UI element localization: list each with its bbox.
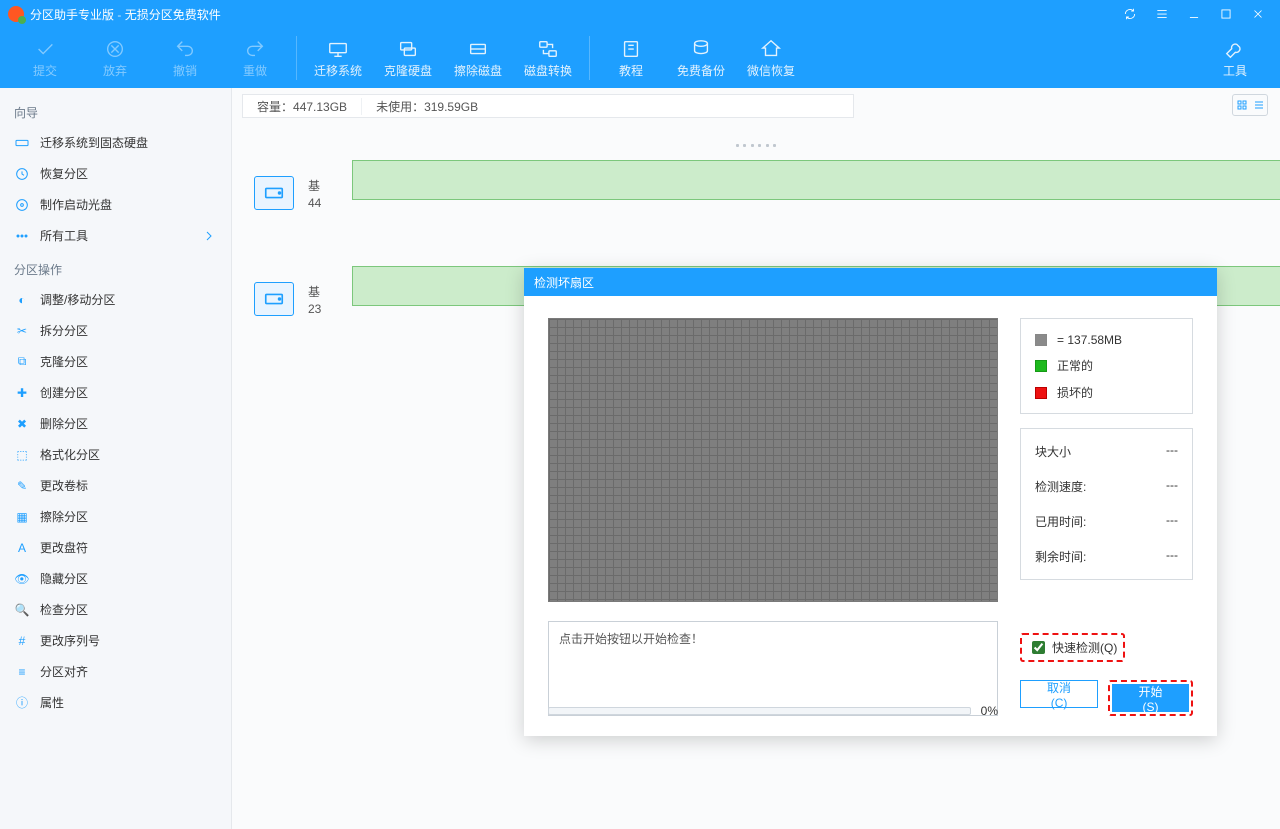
refresh-icon[interactable] — [1116, 4, 1144, 24]
disk-icon — [254, 176, 294, 210]
dialog-titlebar: 检测坏扇区 — [524, 268, 1217, 296]
redo-button: 重做 — [220, 28, 290, 88]
op-icon: ✂ — [14, 323, 30, 339]
progress-value: 0% — [981, 704, 998, 718]
maximize-icon[interactable] — [1212, 4, 1240, 24]
sidebar-op-item[interactable]: A更改盘符 — [0, 532, 231, 563]
op-icon: ≡ — [14, 664, 30, 680]
migrate-system-button[interactable]: 迁移系统 — [303, 28, 373, 88]
legend-normal: 正常的 — [1057, 357, 1093, 374]
sidebar-item-boot-cd[interactable]: 制作启动光盘 — [0, 189, 231, 220]
app-logo-icon — [8, 6, 24, 22]
view-toggle[interactable] — [1232, 94, 1268, 116]
op-icon: ✚ — [14, 385, 30, 401]
bad-sector-dialog: 检测坏扇区 = 137.58MB 正常的 损坏的 块大小--- 检测速度:---… — [524, 268, 1217, 736]
sidebar-op-item[interactable]: ✖删除分区 — [0, 408, 231, 439]
sidebar-op-item[interactable]: ⧉克隆分区 — [0, 346, 231, 377]
app-logo: 分区助手专业版 - 无损分区免费软件 — [8, 6, 221, 23]
splitter-grip[interactable] — [736, 144, 776, 149]
op-icon: # — [14, 633, 30, 649]
sidebar-op-item[interactable]: ≡分区对齐 — [0, 656, 231, 687]
op-icon: A — [14, 540, 30, 556]
clone-disk-button[interactable]: 克隆硬盘 — [373, 28, 443, 88]
op-icon: ✎ — [14, 478, 30, 494]
cd-icon — [14, 197, 30, 213]
start-button[interactable]: 开始(S) — [1112, 684, 1189, 712]
ssd-icon — [14, 135, 30, 151]
recover-icon — [14, 166, 30, 182]
legend-damaged: 损坏的 — [1057, 384, 1093, 401]
menu-icon[interactable] — [1148, 4, 1176, 24]
progress-row: 0% — [548, 704, 998, 718]
sidebar-item-migrate-ssd[interactable]: 迁移系统到固态硬盘 — [0, 127, 231, 158]
main-area: 容量：447.13GB 未使用：319.59GB 基44 基23 检测坏扇区 — [232, 88, 1280, 829]
disk-info-strip: 容量：447.13GB 未使用：319.59GB — [242, 94, 854, 118]
minimize-icon[interactable] — [1180, 4, 1208, 24]
disk-row-1[interactable]: 基44 — [254, 168, 1254, 218]
wechat-recover-button[interactable]: 微信恢复 — [736, 28, 806, 88]
sidebar-op-item[interactable]: ✚创建分区 — [0, 377, 231, 408]
tools-button[interactable]: 工具 — [1200, 28, 1270, 88]
sidebar-op-item[interactable]: ⓘ属性 — [0, 687, 231, 718]
sidebar-op-item[interactable]: ▦擦除分区 — [0, 501, 231, 532]
undo-button: 撤销 — [150, 28, 220, 88]
sidebar-op-item[interactable]: ✂拆分分区 — [0, 315, 231, 346]
start-button-highlight: 开始(S) — [1108, 680, 1193, 716]
main-toolbar: 提交 放弃 撤销 重做 迁移系统 克隆硬盘 擦除磁盘 磁盘转换 教程 免费备份 … — [0, 28, 1280, 88]
sidebar: 向导 迁移系统到固态硬盘 恢复分区 制作启动光盘 所有工具 分区操作 ◐调整/移… — [0, 88, 232, 829]
op-icon: ✖ — [14, 416, 30, 432]
sector-grid — [548, 318, 998, 602]
sidebar-op-item[interactable]: ⬚格式化分区 — [0, 439, 231, 470]
sidebar-op-item[interactable]: #更改序列号 — [0, 625, 231, 656]
sidebar-section-wizard: 向导 — [0, 94, 231, 127]
view-list-icon[interactable] — [1250, 95, 1267, 115]
commit-button: 提交 — [10, 28, 80, 88]
legend-blocksize: = 137.58MB — [1057, 333, 1122, 347]
op-icon: 🔍 — [14, 602, 30, 618]
op-icon: 👁 — [14, 571, 30, 587]
quick-check-checkbox[interactable]: 快速检测(Q) — [1028, 638, 1117, 657]
op-icon: ⬚ — [14, 447, 30, 463]
sidebar-op-item[interactable]: ✎更改卷标 — [0, 470, 231, 501]
cancel-button[interactable]: 取消(C) — [1020, 680, 1098, 708]
sidebar-op-item[interactable]: ◐调整/移动分区 — [0, 284, 231, 315]
legend-box: = 137.58MB 正常的 损坏的 — [1020, 318, 1193, 414]
disk-convert-button[interactable]: 磁盘转换 — [513, 28, 583, 88]
dots-icon — [14, 228, 30, 244]
stats-box: 块大小--- 检测速度:--- 已用时间:--- 剩余时间:--- — [1020, 428, 1193, 580]
sidebar-op-item[interactable]: 🔍检查分区 — [0, 594, 231, 625]
op-icon: ◐ — [14, 292, 30, 308]
sidebar-op-item[interactable]: 👁隐藏分区 — [0, 563, 231, 594]
chevron-right-icon — [201, 228, 217, 244]
op-icon: ⓘ — [14, 695, 30, 711]
window-titlebar: 分区助手专业版 - 无损分区免费软件 — [0, 0, 1280, 28]
log-box: 点击开始按钮以开始检查！ — [548, 621, 998, 716]
dialog-title: 检测坏扇区 — [534, 274, 594, 291]
disk-icon — [254, 282, 294, 316]
sidebar-section-ops: 分区操作 — [0, 251, 231, 284]
quick-check-highlight: 快速检测(Q) — [1020, 633, 1125, 662]
tutorial-button[interactable]: 教程 — [596, 28, 666, 88]
sidebar-item-recover-partition[interactable]: 恢复分区 — [0, 158, 231, 189]
free-backup-button[interactable]: 免费备份 — [666, 28, 736, 88]
discard-button: 放弃 — [80, 28, 150, 88]
app-title: 分区助手专业版 - 无损分区免费软件 — [30, 6, 221, 23]
sidebar-item-all-tools[interactable]: 所有工具 — [0, 220, 231, 251]
op-icon: ▦ — [14, 509, 30, 525]
wipe-disk-button[interactable]: 擦除磁盘 — [443, 28, 513, 88]
op-icon: ⧉ — [14, 354, 30, 370]
view-grid-icon[interactable] — [1233, 95, 1250, 115]
close-icon[interactable] — [1244, 4, 1272, 24]
progress-bar — [548, 707, 971, 715]
